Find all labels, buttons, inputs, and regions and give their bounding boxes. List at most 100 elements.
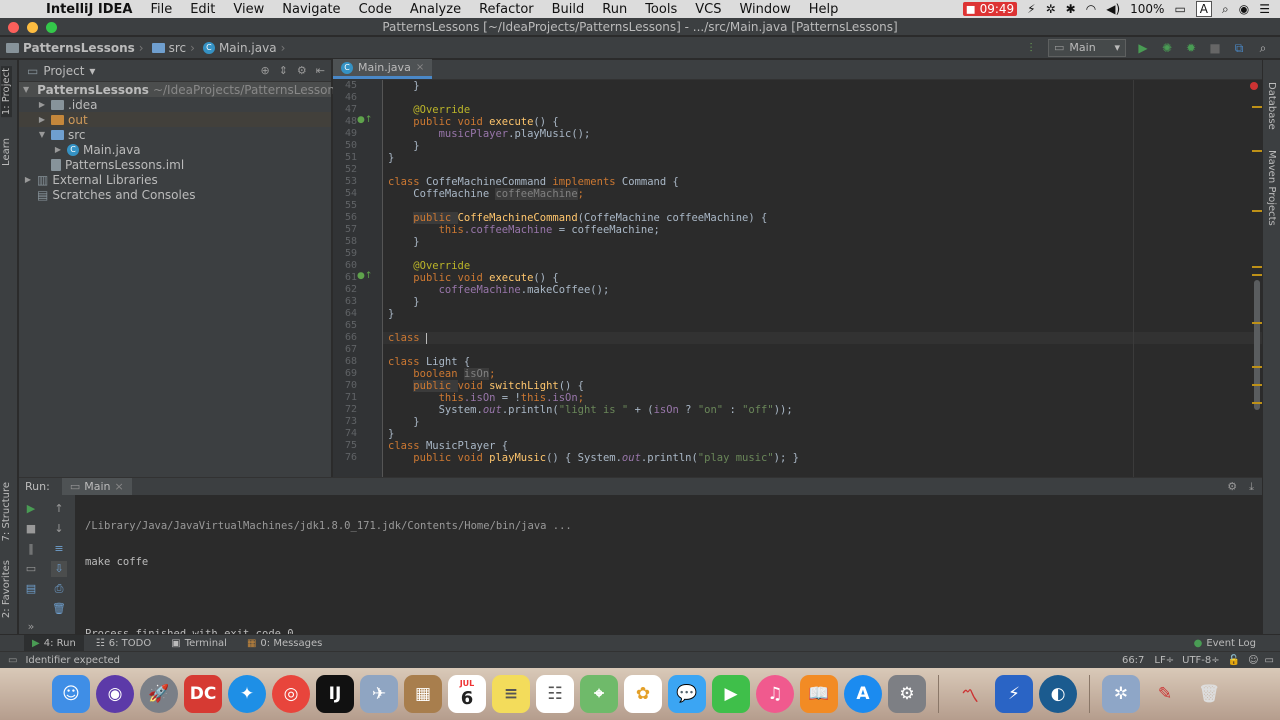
warning-marker[interactable] <box>1252 106 1262 108</box>
notification-center-icon[interactable]: ☰ <box>1259 2 1270 16</box>
pause-icon[interactable]: ‖ <box>23 541 39 557</box>
locate-icon[interactable]: ⊕ <box>260 64 269 77</box>
menu-window[interactable]: Window <box>730 2 799 17</box>
tree-root[interactable]: ▼ PatternsLessons ~/IdeaProjects/Pattern… <box>19 82 341 97</box>
encoding-select[interactable]: UTF-8÷ <box>1182 655 1228 666</box>
input-source[interactable]: A <box>1195 1 1213 17</box>
calendar-icon[interactable]: JUL 6 <box>448 675 486 713</box>
scroll-up-icon[interactable]: ↑ <box>51 501 67 517</box>
tool-todo-button[interactable]: ☷ 6: TODO <box>88 635 159 652</box>
wifi-icon[interactable]: ◠ <box>1086 2 1096 16</box>
bluetooth-icon[interactable]: ✱ <box>1066 2 1076 16</box>
tree-item-iml[interactable]: PatternsLessons.iml <box>19 157 331 172</box>
tool-project-tab[interactable]: 1: Project <box>1 66 12 118</box>
settings-gear-icon[interactable]: ⚙ <box>1227 480 1237 493</box>
code-area[interactable]: } @Override public void execute() { musi… <box>388 80 1248 477</box>
hide-panel-icon[interactable]: ⤓ <box>1249 480 1262 494</box>
battery-text[interactable]: 100% <box>1130 2 1164 16</box>
collapsed-arrow-icon[interactable]: ▶ <box>23 175 33 184</box>
siri-icon[interactable]: ◉ <box>96 675 134 713</box>
warning-marker[interactable] <box>1252 322 1262 324</box>
chrome-icon[interactable]: ◎ <box>272 675 310 713</box>
tree-item-scratches[interactable]: ▤ Scratches and Consoles <box>19 187 331 202</box>
tool-terminal-button[interactable]: ▣ Terminal <box>163 635 235 652</box>
menu-edit[interactable]: Edit <box>181 2 224 17</box>
debug-icon[interactable]: ✺ <box>1160 41 1174 55</box>
photos-icon[interactable]: ✿ <box>624 675 662 713</box>
clear-console-icon[interactable]: 🗑 <box>51 601 67 617</box>
tool-maven-tab[interactable]: Maven Projects <box>1266 150 1277 226</box>
launchpad-icon[interactable]: 🚀 <box>140 675 178 713</box>
layout-icon[interactable]: ▤ <box>23 581 39 597</box>
minimize-window-button[interactable] <box>27 22 38 33</box>
chevron-down-icon[interactable]: ▾ <box>89 64 95 78</box>
stop-icon[interactable]: ■ <box>23 521 39 537</box>
safari-icon[interactable]: ✦ <box>228 675 266 713</box>
warning-marker[interactable] <box>1252 150 1262 152</box>
breadcrumb-file[interactable]: C Main.java › <box>202 41 293 55</box>
tool-learn-tab[interactable]: Learn <box>1 138 12 166</box>
tool-database-tab[interactable]: Database <box>1266 82 1277 130</box>
books-icon[interactable]: 📖 <box>800 675 838 713</box>
build-icon[interactable]: ⫶ <box>1024 41 1038 55</box>
warning-marker[interactable] <box>1252 384 1262 386</box>
tool-eventlog-button[interactable]: ● Event Log <box>1186 635 1280 652</box>
hide-panel-icon[interactable]: ⇤ <box>316 64 325 77</box>
tree-item-src[interactable]: ▼ src <box>19 127 331 142</box>
mail-icon[interactable]: ✈ <box>360 675 398 713</box>
volume-icon[interactable]: ◀) <box>1106 2 1120 16</box>
rerun-icon[interactable]: ▶ <box>23 501 39 517</box>
collapse-all-icon[interactable]: ⇕ <box>279 64 288 77</box>
tool-favorites-tab[interactable]: 2: Favorites <box>1 560 12 618</box>
caret-position[interactable]: 66:7 <box>1122 655 1154 666</box>
app-store-icon[interactable]: A <box>844 675 882 713</box>
inspector-icon[interactable]: ☺ <box>1248 655 1264 666</box>
project-structure-icon[interactable]: ⧉ <box>1232 41 1246 55</box>
contacts-icon[interactable]: ▦ <box>404 675 442 713</box>
line-separator-select[interactable]: LF÷ <box>1154 655 1182 666</box>
stop-icon[interactable]: ■ <box>1208 41 1222 55</box>
tree-item-external-libraries[interactable]: ▶ ▥ External Libraries <box>19 172 331 187</box>
expanded-arrow-icon[interactable]: ▼ <box>37 130 47 139</box>
implements-gutter-icon[interactable]: ●↑ <box>357 115 372 125</box>
scroll-down-icon[interactable]: ↓ <box>51 521 67 537</box>
finder-icon[interactable]: ☺ <box>52 675 90 713</box>
cleaner-icon[interactable]: ✲ <box>1102 675 1140 713</box>
intellij-icon[interactable]: IJ <box>316 675 354 713</box>
maximize-window-button[interactable] <box>46 22 57 33</box>
menu-code[interactable]: Code <box>350 2 401 17</box>
collapsed-arrow-icon[interactable]: ▶ <box>53 145 63 154</box>
breadcrumb-src[interactable]: src › <box>151 41 203 55</box>
tool-structure-tab[interactable]: 7: Structure <box>1 482 12 541</box>
expanded-arrow-icon[interactable]: ▼ <box>23 85 29 94</box>
screenshot-tool-icon[interactable]: ✎ <box>1146 675 1184 713</box>
tool-messages-button[interactable]: ▦ 0: Messages <box>239 635 330 652</box>
menu-run[interactable]: Run <box>593 2 636 17</box>
close-tab-icon[interactable]: × <box>114 480 123 493</box>
warning-marker[interactable] <box>1252 274 1262 276</box>
warning-marker[interactable] <box>1252 210 1262 212</box>
notifications-icon[interactable]: ▭ <box>1265 655 1280 666</box>
soft-wrap-icon[interactable]: ≡ <box>51 541 67 557</box>
system-preferences-icon[interactable]: ⚙ <box>888 675 926 713</box>
warning-marker[interactable] <box>1252 402 1262 404</box>
lock-icon[interactable]: 🔓 <box>1228 655 1248 666</box>
gear-icon[interactable]: ✲ <box>1046 2 1056 16</box>
notes-icon[interactable]: ≡ <box>492 675 530 713</box>
run-tab-main[interactable]: ▭ Main × <box>61 478 132 495</box>
itunes-icon[interactable]: ♫ <box>756 675 794 713</box>
menu-refactor[interactable]: Refactor <box>470 2 543 17</box>
warning-marker[interactable] <box>1252 266 1262 268</box>
menu-view[interactable]: View <box>224 2 273 17</box>
collapsed-arrow-icon[interactable]: ▶ <box>37 115 47 124</box>
spotlight-icon[interactable]: ⌕ <box>1222 2 1229 17</box>
run-configuration-select[interactable]: ▭ Main ▾ <box>1048 38 1126 57</box>
maps-icon[interactable]: ⌖ <box>580 675 618 713</box>
activity-monitor-icon[interactable]: 〽 <box>951 675 989 713</box>
layout-toggle-icon[interactable]: ▭ <box>0 655 25 666</box>
trash-icon[interactable]: 🗑 <box>1190 675 1228 713</box>
reminders-icon[interactable]: ☷ <box>536 675 574 713</box>
search-everywhere-icon[interactable]: ⌕ <box>1256 41 1270 55</box>
editor-scrollbar[interactable] <box>1254 280 1260 410</box>
error-stripe-icon[interactable] <box>1250 82 1258 90</box>
